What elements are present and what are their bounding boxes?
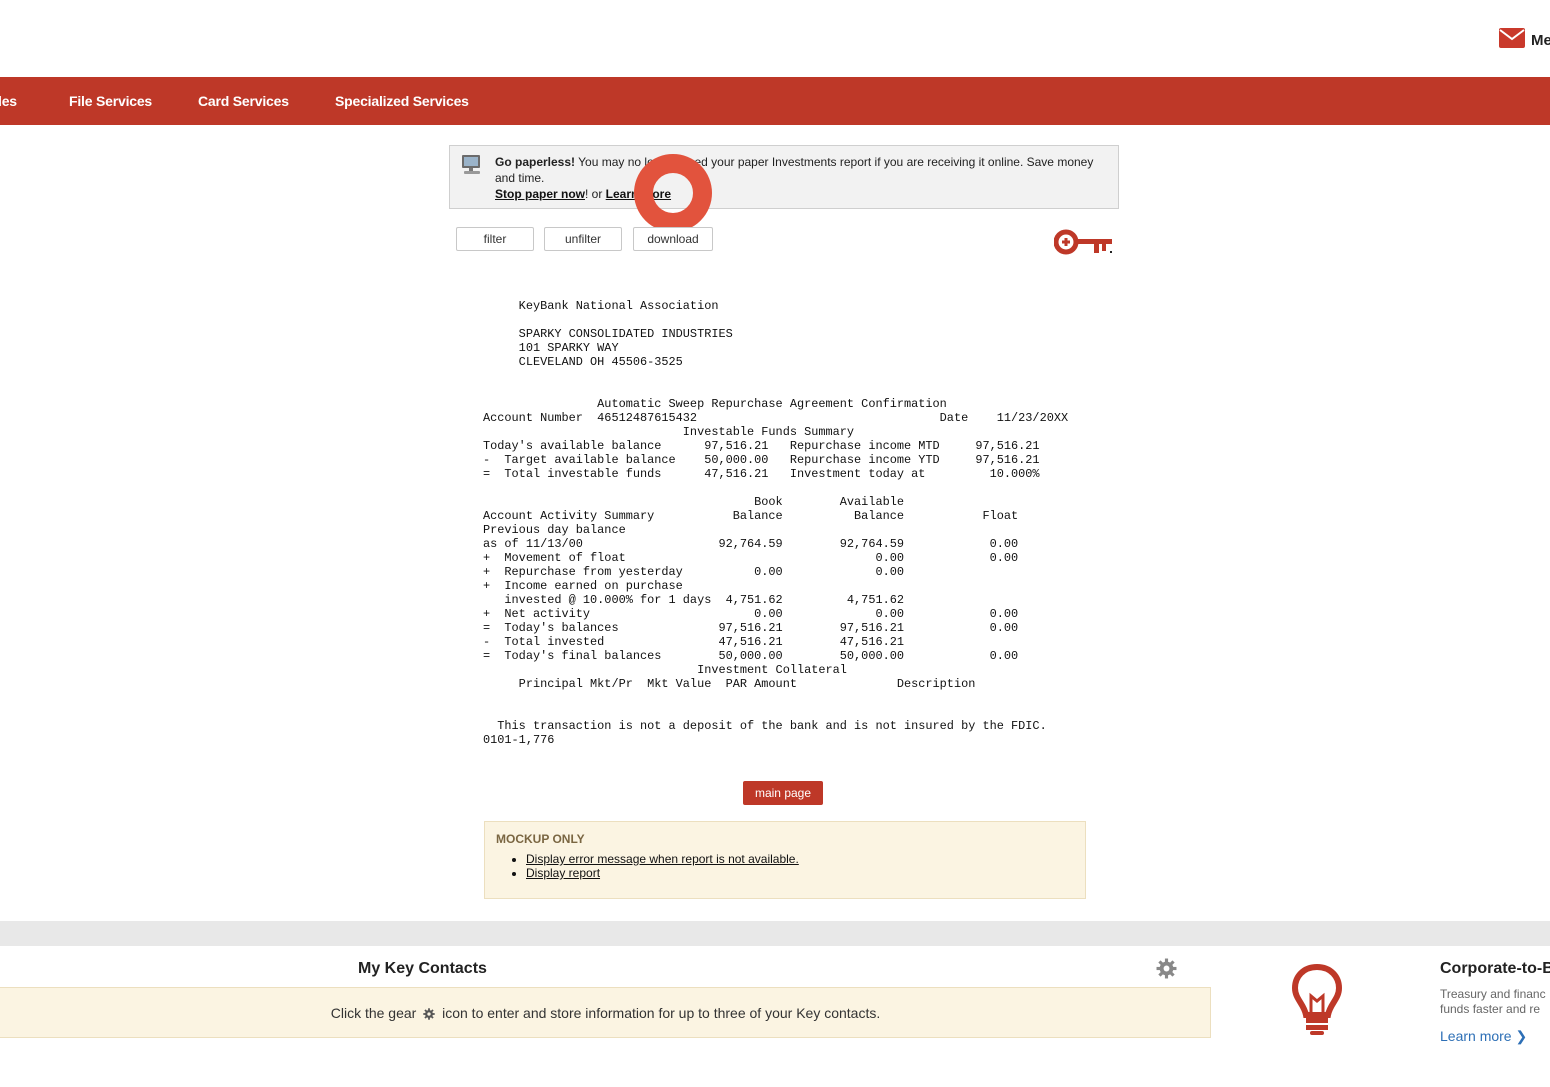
- nav-item-specialized-services[interactable]: Specialized Services: [335, 77, 469, 125]
- click-indicator: [634, 154, 712, 232]
- notice-lead: Go paperless!: [495, 155, 576, 169]
- nav-item-partial[interactable]: les: [0, 77, 17, 125]
- promo-text: Treasury and financ funds faster and re: [1440, 987, 1546, 1016]
- envelope-icon: [1499, 28, 1525, 53]
- messages-link[interactable]: Me: [1499, 28, 1550, 53]
- display-error-link[interactable]: Display error message when report is not…: [526, 852, 799, 866]
- mockup-list: Display error message when report is not…: [496, 852, 799, 880]
- contacts-msg-after: icon to enter and store information for …: [438, 1005, 881, 1021]
- download-button[interactable]: download: [633, 227, 713, 251]
- paperless-notice: Go paperless! You may no longer need you…: [449, 145, 1119, 209]
- nav-item-file-services[interactable]: File Services: [69, 77, 152, 125]
- list-item: Display report: [526, 866, 799, 880]
- section-divider: [0, 921, 1550, 946]
- contacts-message-box: Click the gear icon to enter and store i…: [0, 987, 1211, 1038]
- lightbulb-icon: [1291, 963, 1343, 1042]
- stop-paper-link[interactable]: Stop paper now: [495, 187, 585, 201]
- filter-button[interactable]: filter: [456, 227, 534, 251]
- nav-item-card-services[interactable]: Card Services: [198, 77, 289, 125]
- promo-learn-more-link[interactable]: Learn more ❯: [1440, 1028, 1527, 1045]
- contacts-message: Click the gear icon to enter and store i…: [0, 988, 1211, 1041]
- main-nav: les File Services Card Services Speciali…: [0, 77, 1550, 125]
- report-content: KeyBank National Association SPARKY CONS…: [483, 299, 1069, 747]
- notice-body: You may no longer need your paper Invest…: [495, 155, 1094, 185]
- mockup-note: MOCKUP ONLY Display error message when r…: [484, 821, 1086, 899]
- notice-text: Go paperless! You may no longer need you…: [495, 154, 1105, 202]
- display-report-link[interactable]: Display report: [526, 866, 600, 880]
- notice-separator: ! or: [585, 187, 606, 201]
- contacts-title: My Key Contacts: [358, 960, 487, 977]
- mockup-title: MOCKUP ONLY: [496, 832, 585, 846]
- unfilter-button[interactable]: unfilter: [544, 227, 622, 251]
- inline-gear-icon: [423, 990, 435, 1041]
- main-page-button[interactable]: main page: [743, 781, 823, 805]
- gear-icon[interactable]: [1156, 958, 1177, 984]
- list-item: Display error message when report is not…: [526, 852, 799, 866]
- promo-title: Corporate-to-B: [1440, 960, 1550, 977]
- keybank-logo-icon: [1053, 229, 1114, 262]
- computer-icon: [460, 154, 484, 181]
- contacts-msg-before: Click the gear: [330, 1005, 421, 1021]
- messages-label: Me: [1531, 32, 1550, 49]
